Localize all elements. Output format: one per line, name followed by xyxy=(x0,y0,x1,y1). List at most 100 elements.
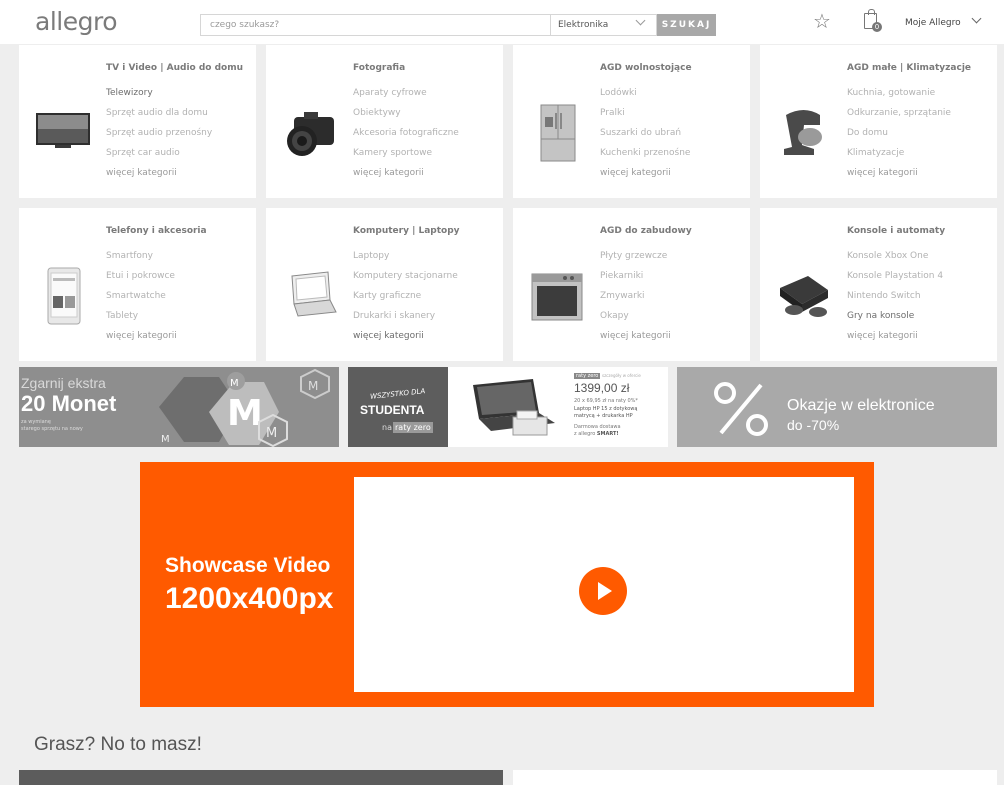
category-link[interactable]: Okapy xyxy=(600,310,671,330)
video-screen[interactable] xyxy=(354,477,854,692)
banner-small-text: szczegóły w ofercie xyxy=(602,373,641,378)
category-link[interactable]: Zmywarki xyxy=(600,290,671,310)
oven-image[interactable] xyxy=(527,266,587,326)
category-link[interactable]: Karty graficzne xyxy=(353,290,458,310)
category-link[interactable]: Smartwatche xyxy=(106,290,177,310)
smart-logo: SMART! xyxy=(596,431,619,437)
category-link[interactable]: Gry na konsole xyxy=(847,310,943,330)
category-title[interactable]: AGD do zabudowy xyxy=(600,226,692,236)
category-link[interactable]: Obiektywy xyxy=(353,107,459,127)
category-link[interactable]: Sprzęt audio przenośny xyxy=(106,127,212,147)
mixer-image[interactable] xyxy=(774,103,834,163)
more-categories-link[interactable]: więcej kategorii xyxy=(353,330,458,350)
category-link[interactable]: Do domu xyxy=(847,127,951,147)
category-link[interactable]: Klimatyzacje xyxy=(847,147,951,167)
banner-text: Zgarnij ekstra xyxy=(21,375,106,391)
category-link[interactable]: Drukarki i skanery xyxy=(353,310,458,330)
category-link[interactable]: Konsole Xbox One xyxy=(847,250,943,270)
search-button[interactable]: SZUKAJ xyxy=(657,14,716,36)
allegro-logo[interactable]: allegro xyxy=(35,7,118,36)
category-link[interactable]: Płyty grzewcze xyxy=(600,250,671,270)
video-size: 1200x400px xyxy=(165,582,334,615)
category-link[interactable]: Sprzęt car audio xyxy=(106,147,212,167)
category-link[interactable]: Konsole Playstation 4 xyxy=(847,270,943,290)
category-title[interactable]: Komputery | Laptopy xyxy=(353,226,460,236)
category-link[interactable]: Suszarki do ubrań xyxy=(600,127,690,147)
category-card-agd-built-in: AGD do zabudowy Płyty grzewcze Piekarnik… xyxy=(513,208,750,361)
category-card-tv: TV i Video | Audio do domu Telewizory Sp… xyxy=(19,45,256,198)
category-link[interactable]: Etui i pokrowce xyxy=(106,270,177,290)
category-title[interactable]: Fotografia xyxy=(353,63,405,73)
banner-price: 1399,00 zł xyxy=(574,381,630,395)
banner-text: do -70% xyxy=(787,417,840,433)
banner-headline: 20 Monet xyxy=(21,391,117,416)
category-card-computers: Komputery | Laptopy Laptopy Komputery st… xyxy=(266,208,503,361)
category-title[interactable]: AGD małe | Klimatyzacje xyxy=(847,63,971,73)
promo-tile[interactable] xyxy=(513,770,997,785)
laptop-image[interactable] xyxy=(280,266,340,326)
fridge-image[interactable] xyxy=(527,103,587,163)
more-categories-link[interactable]: więcej kategorii xyxy=(847,167,951,187)
more-categories-link[interactable]: więcej kategorii xyxy=(600,167,690,187)
category-select[interactable]: Elektronika xyxy=(551,14,657,36)
category-title[interactable]: Telefony i akcesoria xyxy=(106,226,207,236)
tv-image[interactable] xyxy=(33,103,93,163)
category-link[interactable]: Aparaty cyfrowe xyxy=(353,87,459,107)
more-categories-link[interactable]: więcej kategorii xyxy=(106,167,212,187)
coins-illustration: M M M M M xyxy=(159,368,330,447)
cart-count-badge: 0 xyxy=(872,22,882,32)
category-link[interactable]: Lodówki xyxy=(600,87,690,107)
category-link[interactable]: Pralki xyxy=(600,107,690,127)
banner-small-text: 20 x 69,95 zł na raty 0%* xyxy=(574,398,638,404)
more-categories-link[interactable]: więcej kategorii xyxy=(847,330,943,350)
banner-student[interactable]: WSZYSTKO DLA STUDENTA na raty zero raty … xyxy=(348,367,668,447)
svg-text:M: M xyxy=(227,393,263,434)
console-image[interactable] xyxy=(774,266,834,326)
banner-text: na xyxy=(382,423,392,432)
account-menu[interactable]: Moje Allegro xyxy=(905,13,982,28)
banner-okazje[interactable]: Okazje w elektronice do -70% xyxy=(677,367,997,447)
category-link[interactable]: Kuchnia, gotowanie xyxy=(847,87,951,107)
more-categories-link[interactable]: więcej kategorii xyxy=(600,330,671,350)
banner-small-text: Laptop HP 15 z dotykową xyxy=(574,406,638,412)
category-title[interactable]: AGD wolnostojące xyxy=(600,63,692,73)
category-link[interactable]: Tablety xyxy=(106,310,177,330)
category-link[interactable]: Kamery sportowe xyxy=(353,147,459,167)
chevron-down-icon xyxy=(972,13,982,24)
more-categories-link[interactable]: więcej kategorii xyxy=(106,330,177,350)
svg-text:M: M xyxy=(230,378,239,389)
section-title: Grasz? No to masz! xyxy=(34,734,202,755)
category-link[interactable]: Akcesoria fotograficzne xyxy=(353,127,459,147)
chevron-down-icon xyxy=(635,15,646,26)
svg-text:M: M xyxy=(161,434,170,445)
banner-small-text: z allegro SMART! xyxy=(574,431,619,437)
play-icon[interactable] xyxy=(579,567,627,615)
category-title[interactable]: Konsole i automaty xyxy=(847,226,945,236)
category-link[interactable]: Smartfony xyxy=(106,250,177,270)
smartphone-image[interactable] xyxy=(33,266,93,326)
banner-small-text: za wymianę xyxy=(21,419,51,425)
category-card-agd-small: AGD małe | Klimatyzacje Kuchnia, gotowan… xyxy=(760,45,997,198)
more-categories-link[interactable]: więcej kategorii xyxy=(353,167,459,187)
category-link[interactable]: Laptopy xyxy=(353,250,458,270)
banner-small-text: matrycą + drukarka HP xyxy=(574,413,633,419)
camera-image[interactable] xyxy=(280,103,340,163)
category-link[interactable]: Komputery stacjonarne xyxy=(353,270,458,290)
category-link[interactable]: Odkurzanie, sprzątanie xyxy=(847,107,951,127)
cart-bag-icon[interactable]: 0 xyxy=(864,9,882,32)
category-link[interactable]: Telewizory xyxy=(106,87,212,107)
laptop-printer-illustration xyxy=(473,379,555,436)
banner-headline: Okazje w elektronice xyxy=(787,397,935,414)
category-title[interactable]: TV i Video | Audio do domu xyxy=(106,63,243,73)
category-card-photo: Fotografia Aparaty cyfrowe Obiektywy Akc… xyxy=(266,45,503,198)
category-card-consoles: Konsole i automaty Konsole Xbox One Kons… xyxy=(760,208,997,361)
category-link[interactable]: Kuchenki przenośne xyxy=(600,147,690,167)
banner-monety[interactable]: Zgarnij ekstra 20 Monet za wymianę stare… xyxy=(19,367,339,447)
category-link[interactable]: Piekarniki xyxy=(600,270,671,290)
category-link[interactable]: Sprzęt audio dla domu xyxy=(106,107,212,127)
star-icon[interactable]: ☆ xyxy=(813,11,831,31)
search-input[interactable]: czego szukasz? xyxy=(200,14,551,36)
video-title: Showcase Video xyxy=(165,554,331,577)
category-link[interactable]: Nintendo Switch xyxy=(847,290,943,310)
promo-tile[interactable] xyxy=(19,770,503,785)
